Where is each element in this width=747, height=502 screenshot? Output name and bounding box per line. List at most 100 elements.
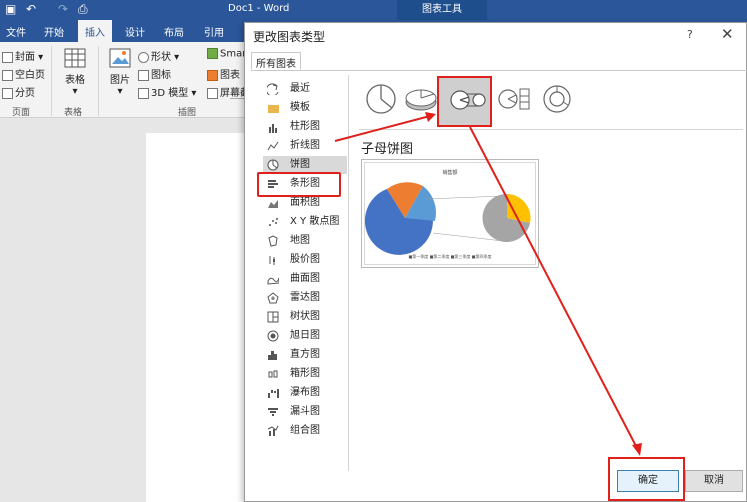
3d-model-button[interactable]: 3D 模型 ▾	[138, 84, 196, 99]
subtype-separator	[359, 129, 743, 130]
doughnut-icon[interactable]	[540, 82, 574, 116]
chart-type-item[interactable]: 瀑布图	[263, 384, 347, 402]
chart-type-item[interactable]: 漏斗图	[263, 403, 347, 421]
selected-type-highlight	[257, 172, 341, 197]
chart-type-item[interactable]: 地图	[263, 232, 347, 250]
pie-of-pie-icon[interactable]	[449, 85, 487, 115]
icons-button[interactable]: 图标	[138, 66, 171, 81]
cover-page-icon	[2, 51, 13, 63]
table-button[interactable]: 表格 ▾	[60, 48, 90, 102]
column-chart-icon	[269, 124, 277, 133]
chart-type-item[interactable]: 折线图	[263, 137, 347, 155]
help-button[interactable]: ?	[687, 28, 693, 41]
3d-pie-icon[interactable]	[404, 82, 438, 116]
chart-type-item[interactable]: 曲面图	[263, 270, 347, 288]
chart-type-label: 漏斗图	[290, 406, 320, 417]
chart-type-label: 箱形图	[290, 368, 320, 379]
icons-icon	[138, 69, 149, 81]
tab-home[interactable]: 开始	[44, 24, 64, 39]
tab-references[interactable]: 引用	[204, 24, 224, 39]
title-bar: ▣ ↶ ↷ ⎙ Doc1 - Word 图表工具	[0, 0, 747, 20]
chart-type-item[interactable]: 最近	[263, 80, 347, 98]
page-break-button[interactable]: 分页	[2, 84, 35, 99]
subtype-name: 子母饼图	[361, 142, 414, 157]
cover-page-button[interactable]: 封面 ▾	[2, 48, 43, 63]
ribbon-separator	[51, 46, 52, 116]
dialog-title: 更改图表类型	[253, 30, 326, 44]
surface-chart-icon	[267, 277, 279, 285]
change-chart-type-dialog: 更改图表类型 ? ✕ 所有图表 最近 模板 柱形图 折线图 饼图 条形图 面积图 X Y 散点…	[244, 22, 747, 502]
cube-icon	[138, 87, 149, 99]
chart-type-item[interactable]: 组合图	[263, 422, 347, 440]
chart-type-item[interactable]: 雷达图	[263, 289, 347, 307]
box-chart-icon	[268, 370, 278, 378]
preview-canvas: 销售额 ■第一季度 ■第二季度 ■第三季度 ■第四季度	[364, 162, 536, 265]
redo-icon[interactable]: ↷	[58, 2, 68, 16]
chart-type-item[interactable]: 股价图	[263, 251, 347, 269]
chart-type-label: 树状图	[290, 311, 320, 322]
chart-icon	[207, 69, 218, 81]
chart-type-label: 旭日图	[290, 330, 320, 341]
tab-design[interactable]: 设计	[125, 24, 145, 39]
pie-of-pie-preview	[365, 182, 531, 255]
chart-type-item[interactable]: 柱形图	[263, 118, 347, 136]
chart-type-item[interactable]: 箱形图	[263, 365, 347, 383]
tab-layout[interactable]: 布局	[164, 24, 184, 39]
chart-type-item[interactable]: 旭日图	[263, 327, 347, 345]
picture-button[interactable]: 图片 ▾	[106, 48, 134, 102]
preview-legend: ■第一季度 ■第二季度 ■第三季度 ■第四季度	[408, 254, 492, 259]
chart-type-list: 最近 模板 柱形图 折线图 饼图 条形图 面积图 X Y 散点图 地图 股价图 曲面图 雷达图 树状图旭…	[255, 75, 349, 471]
table-icon	[64, 48, 86, 68]
smartart-icon	[207, 48, 218, 59]
chart-type-label: X Y 散点图	[290, 216, 340, 227]
sunburst-chart-icon	[267, 330, 279, 342]
chart-type-panel: 最近 模板 柱形图 折线图 饼图 条形图 面积图 X Y 散点图 地图 股价图 曲面图 雷达图 树状图旭…	[251, 70, 747, 471]
smartart-button[interactable]: Smar	[207, 48, 246, 60]
cancel-button[interactable]: 取消	[685, 470, 743, 492]
undo-icon[interactable]: ↶	[26, 2, 36, 16]
chart-type-label: 组合图	[290, 425, 320, 436]
treemap-chart-icon	[267, 311, 279, 323]
chart-button[interactable]: 图表	[207, 66, 240, 81]
group-label-illustrations: 插图	[178, 108, 197, 118]
tab-file[interactable]: 文件	[6, 24, 26, 39]
chart-type-label: 雷达图	[290, 292, 320, 303]
close-button[interactable]: ✕	[721, 25, 734, 43]
map-chart-icon	[268, 235, 278, 247]
blank-page-icon	[2, 69, 13, 81]
ribbon-separator	[98, 46, 99, 116]
pie-icon[interactable]	[364, 82, 398, 116]
recent-icon	[267, 83, 279, 95]
chart-type-item[interactable]: 模板	[263, 99, 347, 117]
area-chart-icon	[268, 200, 278, 208]
chart-type-label: 股价图	[290, 254, 320, 265]
radar-chart-icon	[267, 292, 279, 304]
chart-type-item[interactable]: X Y 散点图	[263, 213, 347, 231]
chart-type-item[interactable]: 树状图	[263, 308, 347, 326]
combo-chart-icon	[267, 425, 279, 436]
waterfall-chart-icon	[268, 389, 279, 398]
document-page[interactable]	[146, 133, 256, 502]
chart-type-label: 折线图	[290, 140, 320, 151]
blank-page-button[interactable]: 空白页	[2, 66, 45, 81]
ok-button[interactable]: 确定	[617, 470, 679, 492]
bar-of-pie-icon[interactable]	[497, 82, 531, 116]
chart-type-label: 模板	[290, 102, 310, 113]
chart-type-label: 柱形图	[290, 121, 320, 132]
print-preview-icon[interactable]: ⎙	[78, 2, 88, 17]
shapes-icon	[138, 51, 149, 63]
funnel-chart-icon	[268, 408, 278, 416]
page-break-icon	[2, 87, 13, 99]
chart-type-label: 直方图	[290, 349, 320, 360]
chart-type-label: 地图	[290, 235, 310, 246]
group-label-pages: 页面	[12, 108, 31, 118]
group-label-tables: 表格	[64, 108, 83, 118]
shapes-button[interactable]: 形状 ▾	[138, 48, 179, 63]
chart-preview[interactable]: 销售额 ■第一季度 ■第二季度 ■第三季度 ■第四季度	[361, 159, 539, 268]
tab-insert[interactable]: 插入	[78, 20, 112, 42]
chart-type-item[interactable]: 直方图	[263, 346, 347, 364]
histogram-chart-icon	[268, 351, 277, 360]
chart-tools-context-tab: 图表工具	[397, 0, 487, 20]
save-icon[interactable]: ▣	[5, 2, 16, 16]
tab-all-charts[interactable]: 所有图表	[251, 52, 301, 70]
